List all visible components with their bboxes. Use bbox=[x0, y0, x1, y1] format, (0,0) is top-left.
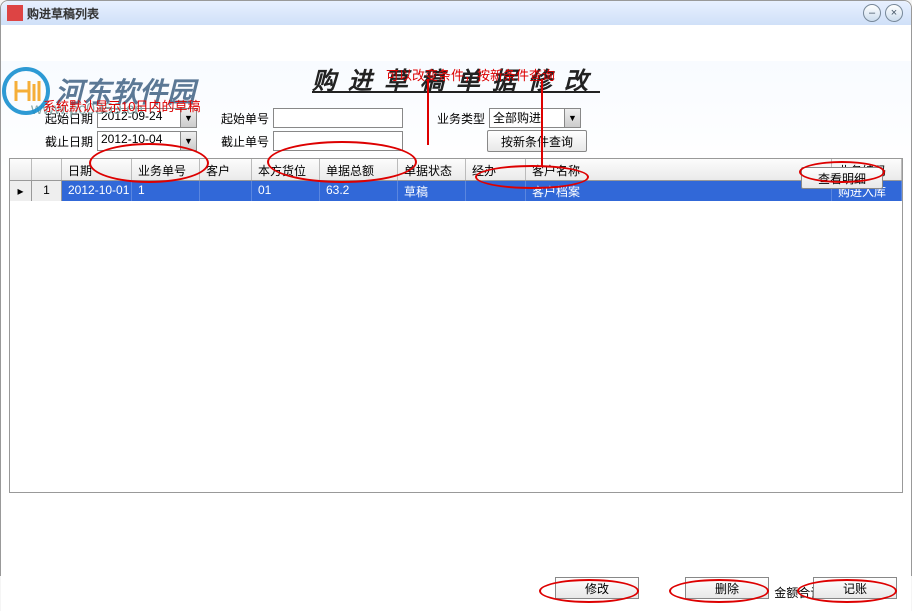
book-button[interactable]: 记账 bbox=[813, 577, 897, 599]
end-no-label: 截止单号 bbox=[213, 133, 269, 150]
col-date[interactable]: 日期 bbox=[62, 159, 132, 180]
row-num: 1 bbox=[32, 181, 62, 201]
data-table: 日期 业务单号 客户 本方货位 单据总额 单据状态 经办 客户名称 业务编码 ▸… bbox=[9, 158, 903, 493]
cell-bizno: 1 bbox=[132, 181, 200, 201]
dropdown-icon[interactable]: ▼ bbox=[180, 132, 196, 150]
detail-button[interactable]: 查看明细 bbox=[801, 167, 883, 189]
table-row[interactable]: ▸ 1 2012-10-01 1 01 63.2 草稿 客户档案 购进入库 bbox=[10, 181, 902, 201]
title-bar: 购进草稿列表 – × bbox=[1, 1, 911, 25]
app-window: 购进草稿列表 – × 河东软件园 www.pc0359.cn 系统默认显示10日… bbox=[0, 0, 912, 576]
row-marker: ▸ bbox=[10, 181, 32, 201]
end-date-input[interactable]: 2012-10-04 ▼ bbox=[97, 131, 197, 151]
close-button[interactable]: × bbox=[885, 4, 903, 22]
row-marker-header bbox=[10, 159, 32, 180]
cell-status: 草稿 bbox=[398, 181, 466, 201]
dropdown-icon[interactable]: ▼ bbox=[564, 109, 580, 127]
cell-customer bbox=[200, 181, 252, 201]
annotation-condition: 可以改变条件，按新条件查询 bbox=[386, 65, 555, 84]
num-header bbox=[32, 159, 62, 180]
col-customer[interactable]: 客户 bbox=[200, 159, 252, 180]
cell-date: 2012-10-01 bbox=[62, 181, 132, 201]
col-bizno[interactable]: 业务单号 bbox=[132, 159, 200, 180]
col-custname[interactable]: 客户名称 bbox=[526, 159, 832, 180]
modify-button[interactable]: 修改 bbox=[555, 577, 639, 599]
col-operator[interactable]: 经办 bbox=[466, 159, 526, 180]
col-status[interactable]: 单据状态 bbox=[398, 159, 466, 180]
query-button[interactable]: 按新条件查询 bbox=[487, 130, 587, 152]
biz-type-select[interactable]: 全部购进 ▼ bbox=[489, 108, 581, 128]
minimize-button[interactable]: – bbox=[863, 4, 881, 22]
start-no-input[interactable] bbox=[273, 108, 403, 128]
cell-operator bbox=[466, 181, 526, 201]
window-title: 购进草稿列表 bbox=[27, 5, 99, 22]
cell-total: 63.2 bbox=[320, 181, 398, 201]
content-area: 河东软件园 www.pc0359.cn 系统默认显示10日内的草稿 可以改变条件… bbox=[1, 61, 911, 611]
col-total[interactable]: 单据总额 bbox=[320, 159, 398, 180]
cell-location: 01 bbox=[252, 181, 320, 201]
cell-custname: 客户档案 bbox=[526, 181, 832, 201]
start-no-label: 起始单号 bbox=[213, 110, 269, 127]
end-no-input[interactable] bbox=[273, 131, 403, 151]
table-header: 日期 业务单号 客户 本方货位 单据总额 单据状态 经办 客户名称 业务编码 bbox=[10, 159, 902, 181]
end-date-label: 截止日期 bbox=[37, 133, 93, 150]
annotation-default: 系统默认显示10日内的草稿 bbox=[43, 96, 200, 115]
biz-type-label: 业务类型 bbox=[429, 110, 485, 127]
col-location[interactable]: 本方货位 bbox=[252, 159, 320, 180]
delete-button[interactable]: 删除 bbox=[685, 577, 769, 599]
app-icon bbox=[7, 5, 23, 21]
